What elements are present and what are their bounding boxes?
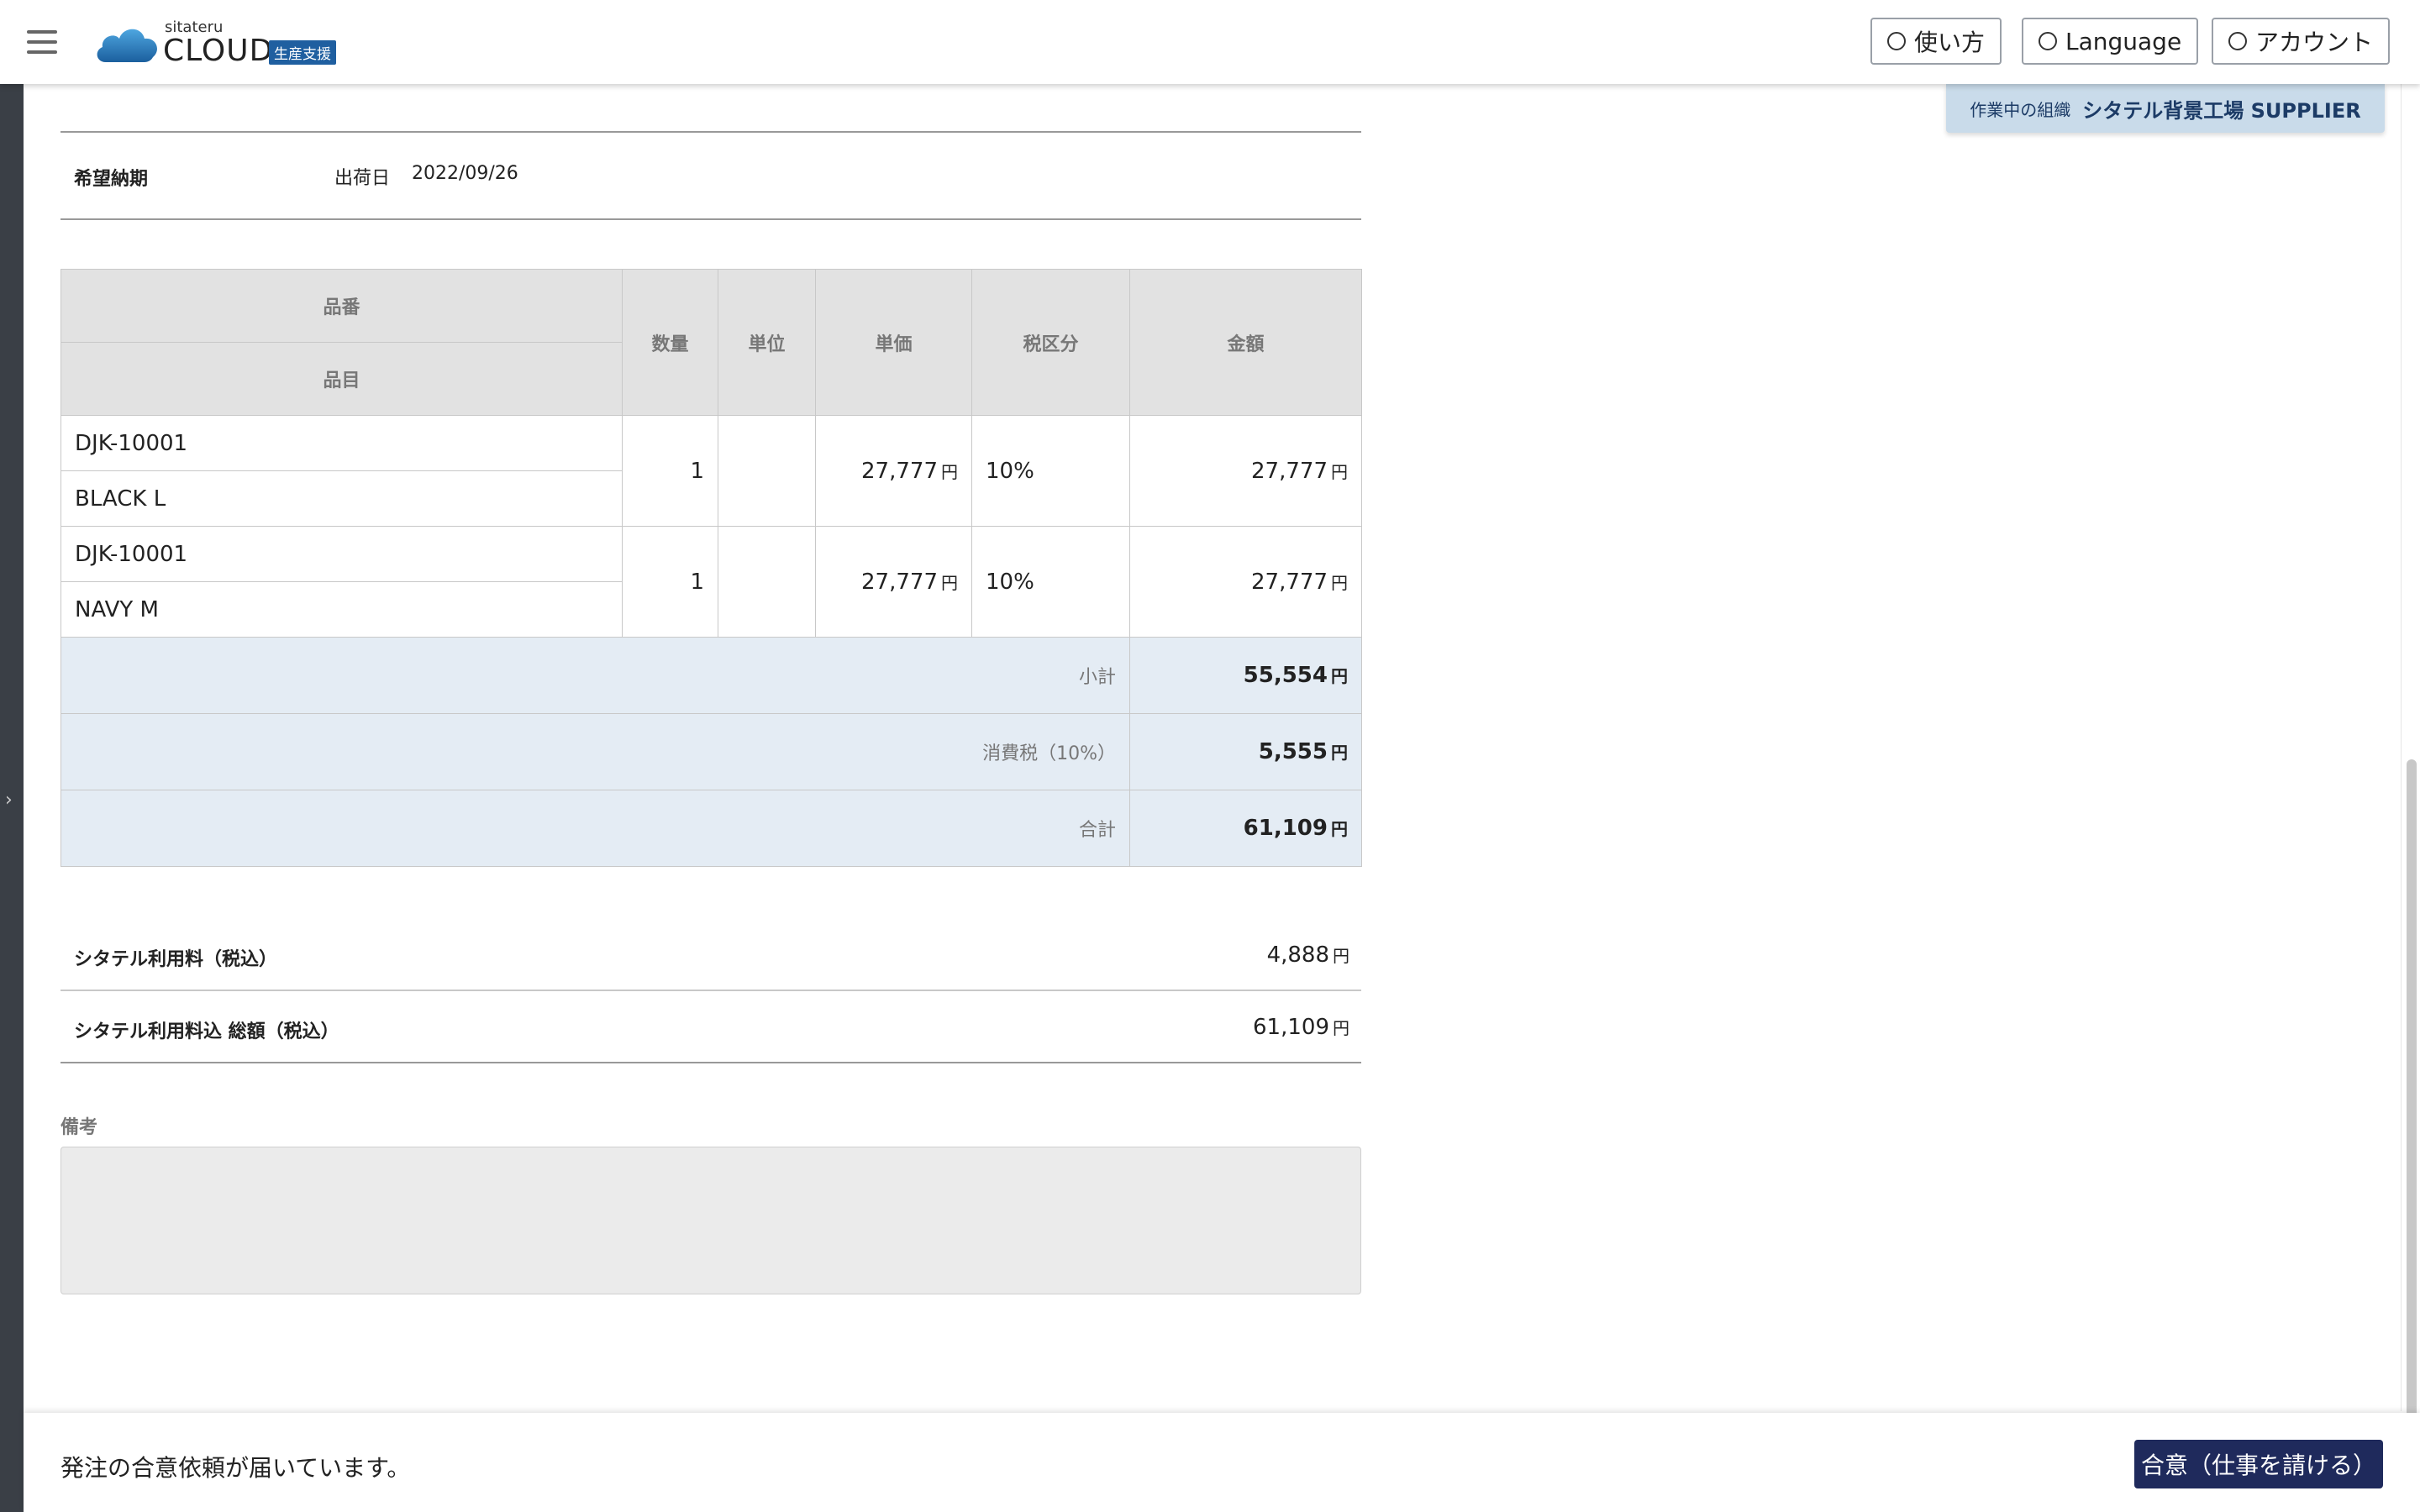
table-row: DJK-10001 1 27,777 円 10% 27,777 円 xyxy=(60,415,1362,527)
agree-button[interactable]: 合意（仕事を請ける） xyxy=(2134,1440,2383,1488)
logo-main-text: CLOUD xyxy=(163,34,274,68)
language-label: Language xyxy=(2065,27,2182,55)
cloud-logo-icon xyxy=(97,29,157,62)
header-item: 品目 xyxy=(60,342,623,416)
agreement-request-message: 発注の合意依頼が届いています。 xyxy=(60,1454,411,1482)
language-button[interactable]: Language xyxy=(2022,18,2199,65)
usage-fee-amount: 4,888 xyxy=(1266,942,1329,968)
globe-icon xyxy=(2039,32,2057,50)
remarks-field xyxy=(60,1147,1361,1294)
unit-price-value: 27,777 xyxy=(861,569,938,595)
total-label: 合計 xyxy=(60,790,1130,867)
divider xyxy=(60,990,1361,991)
qty-cell: 1 xyxy=(622,415,718,527)
amount-cell: 27,777 円 xyxy=(1129,415,1362,527)
part-no-cell: DJK-10001 xyxy=(60,526,623,582)
org-label: 作業中の組織 xyxy=(1970,99,2071,120)
unit-price-cell: 27,777 円 xyxy=(815,526,972,638)
subtotal-amount: 55,554 xyxy=(1243,663,1328,688)
amount-cell: 27,777 円 xyxy=(1129,526,1362,638)
left-rail: › xyxy=(0,84,24,1512)
header-amount: 金額 xyxy=(1129,269,1362,416)
tax-label: 消費税（10%） xyxy=(60,713,1130,790)
logo-badge: 生産支援 xyxy=(269,40,336,65)
unit-cell xyxy=(718,415,816,527)
scrollbar[interactable] xyxy=(2401,84,2420,1499)
total-amount: 61,109 xyxy=(1243,816,1328,841)
subtotal-value: 55,554 円 xyxy=(1129,637,1362,714)
footer-bar: 発注の合意依頼が届いています。 合意（仕事を請ける） xyxy=(24,1413,2420,1512)
tax-row: 消費税（10%） 5,555 円 xyxy=(60,713,1362,790)
currency: 円 xyxy=(1333,946,1349,966)
total-value: 61,109 円 xyxy=(1129,790,1362,867)
divider xyxy=(60,131,1361,133)
unit-price-value: 27,777 xyxy=(861,458,938,484)
divider xyxy=(60,1062,1361,1063)
header-tax: 税区分 xyxy=(971,269,1130,416)
sitateru-cloud-logo[interactable]: sitateru CLOUD 生産支援 xyxy=(94,18,346,69)
menu-icon[interactable] xyxy=(27,30,57,54)
qty-cell: 1 xyxy=(622,526,718,638)
subtotal-row: 小計 55,554 円 xyxy=(60,637,1362,714)
tax-cell: 10% xyxy=(971,526,1130,638)
org-name: シタテル背景工場 SUPPLIER xyxy=(2082,98,2361,123)
table-row: DJK-10001 1 27,777 円 10% 27,777 円 xyxy=(60,526,1362,638)
help-button[interactable]: 使い方 xyxy=(1870,18,2002,65)
currency: 円 xyxy=(1333,1018,1349,1038)
currency: 円 xyxy=(941,461,958,482)
chevron-right-icon[interactable]: › xyxy=(5,790,13,811)
help-label: 使い方 xyxy=(1914,29,1986,56)
header-unit-price: 単価 xyxy=(815,269,972,416)
scrollbar-thumb[interactable] xyxy=(2407,759,2417,1499)
currency: 円 xyxy=(1331,743,1348,763)
total-row: 合計 61,109 円 xyxy=(60,790,1362,867)
item-cell: NAVY M xyxy=(60,581,623,638)
divider xyxy=(60,218,1361,220)
part-no-cell: DJK-10001 xyxy=(60,415,623,471)
tax-amount: 5,555 xyxy=(1258,739,1328,764)
grand-total-value: 61,109 円 xyxy=(1253,1015,1349,1040)
tax-cell: 10% xyxy=(971,415,1130,527)
currency: 円 xyxy=(1331,461,1348,482)
subtotal-label: 小計 xyxy=(60,637,1130,714)
user-icon xyxy=(2228,32,2247,50)
account-label: アカウント xyxy=(2255,29,2374,56)
current-org-banner: 作業中の組織 シタテル背景工場 SUPPLIER xyxy=(1946,84,2385,133)
remarks-label: 備考 xyxy=(60,1117,98,1138)
delivery-label: 希望納期 xyxy=(74,169,149,190)
amount-value: 27,777 xyxy=(1251,458,1328,484)
grand-total-label: シタテル利用料込 総額（税込） xyxy=(74,1021,339,1042)
unit-cell xyxy=(718,526,816,638)
item-cell: BLACK L xyxy=(60,470,623,527)
app-header: sitateru CLOUD 生産支援 使い方 Language アカウント xyxy=(0,0,2420,84)
header-part-no: 品番 xyxy=(60,269,623,343)
grand-total-amount: 61,109 xyxy=(1253,1015,1329,1040)
ship-date-value: 2022/09/26 xyxy=(412,163,518,184)
tax-value: 5,555 円 xyxy=(1129,713,1362,790)
currency: 円 xyxy=(1331,666,1348,686)
header-qty: 数量 xyxy=(622,269,718,416)
currency: 円 xyxy=(1331,572,1348,593)
ship-date-label: 出荷日 xyxy=(334,168,391,189)
usage-fee-label: シタテル利用料（税込） xyxy=(74,949,278,970)
unit-price-cell: 27,777 円 xyxy=(815,415,972,527)
currency: 円 xyxy=(1331,819,1348,839)
amount-value: 27,777 xyxy=(1251,569,1328,595)
account-button[interactable]: アカウント xyxy=(2212,18,2391,65)
question-icon xyxy=(1887,32,1906,50)
currency: 円 xyxy=(941,572,958,593)
header-unit: 単位 xyxy=(718,269,816,416)
usage-fee-value: 4,888 円 xyxy=(1267,942,1349,968)
order-items-table: 品番 数量 単位 単価 税区分 金額 品目 DJK-10001 1 27,777… xyxy=(60,269,1362,867)
